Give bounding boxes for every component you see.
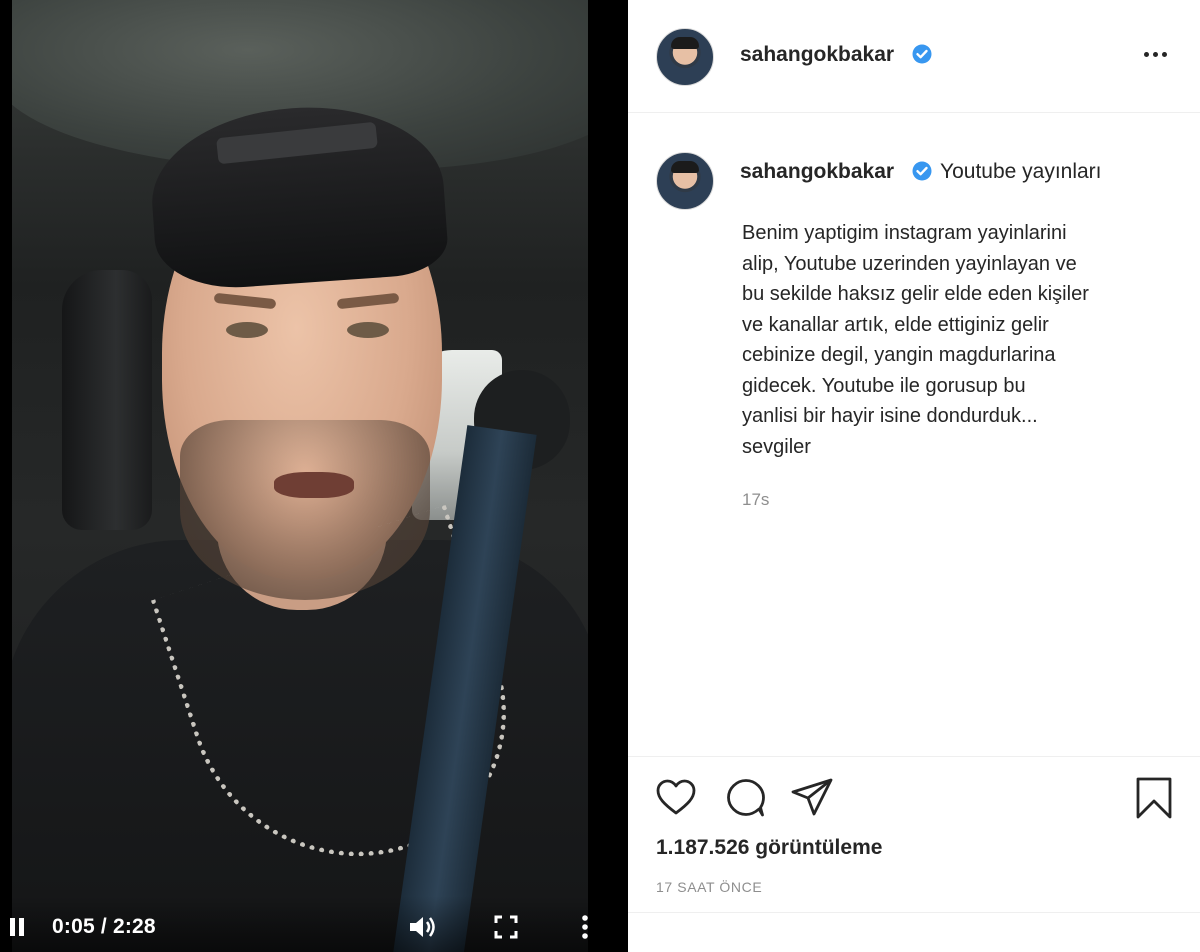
divider [628,756,1200,757]
caption-username[interactable]: sahangokbakar [740,160,894,184]
video-frame [12,0,588,952]
view-count[interactable]: 1.187.526 görüntüleme [656,836,882,860]
person-eye [347,322,389,338]
caption-text: Benim yaptigim instagram yayinlarini ali… [742,218,1162,462]
caption-line: gidecek. Youtube ile gorusup bu [742,374,1026,397]
current-time: 0:05 [52,915,95,938]
heart-icon[interactable] [654,776,698,820]
caption-line: Benim yaptigim instagram yayinlarini [742,222,1067,244]
caption-line: bu sekilde haksız gelir elde eden kişile… [742,283,1089,305]
more-vertical-icon[interactable] [580,914,590,940]
caption-title: Youtube yayınları [940,160,1102,183]
caption-line: sevgiler [742,435,811,458]
car-seat [62,270,152,530]
divider [628,912,1200,913]
caption-timestamp[interactable]: 17s [742,490,769,510]
post-date[interactable]: 17 SAAT ÖNCE [656,879,762,895]
video-controls-bar: 0:05 / 2:28 [0,896,628,952]
person-mouth [274,472,354,498]
video-player[interactable]: 0:05 / 2:28 [0,0,628,952]
volume-icon[interactable] [408,914,438,940]
more-horizontal-icon[interactable] [1142,44,1170,64]
verified-badge-icon [912,44,932,64]
share-icon[interactable] [790,776,834,820]
comment-icon[interactable] [724,776,768,820]
caption-line: alip, Youtube uzerinden yayinlayan ve [742,252,1077,275]
video-time: 0:05 / 2:28 [52,915,156,939]
fullscreen-icon[interactable] [494,915,518,939]
caption-avatar[interactable] [656,152,714,210]
duration: 2:28 [112,915,156,938]
caption-line: ve kanallar artık, elde ettiginiz gelir [742,313,1049,336]
time-separator: / [94,915,113,938]
bookmark-icon[interactable] [1132,776,1176,820]
avatar[interactable] [656,28,714,86]
person-eye [226,322,268,338]
verified-badge-icon [912,161,932,181]
caption-line: yanlisi bir hayir isine dondurduk... [742,405,1038,427]
instagram-post-window: 0:05 / 2:28 sahangokbakar sahangokbakar … [0,0,1200,952]
pause-icon[interactable] [10,918,24,936]
header-username[interactable]: sahangokbakar [740,43,894,67]
post-header: sahangokbakar [628,0,1200,113]
post-side-panel: sahangokbakar sahangokbakar Youtube yayı… [628,0,1200,952]
caption-line: cebinize degil, yangin magdurlarina [742,344,1056,366]
